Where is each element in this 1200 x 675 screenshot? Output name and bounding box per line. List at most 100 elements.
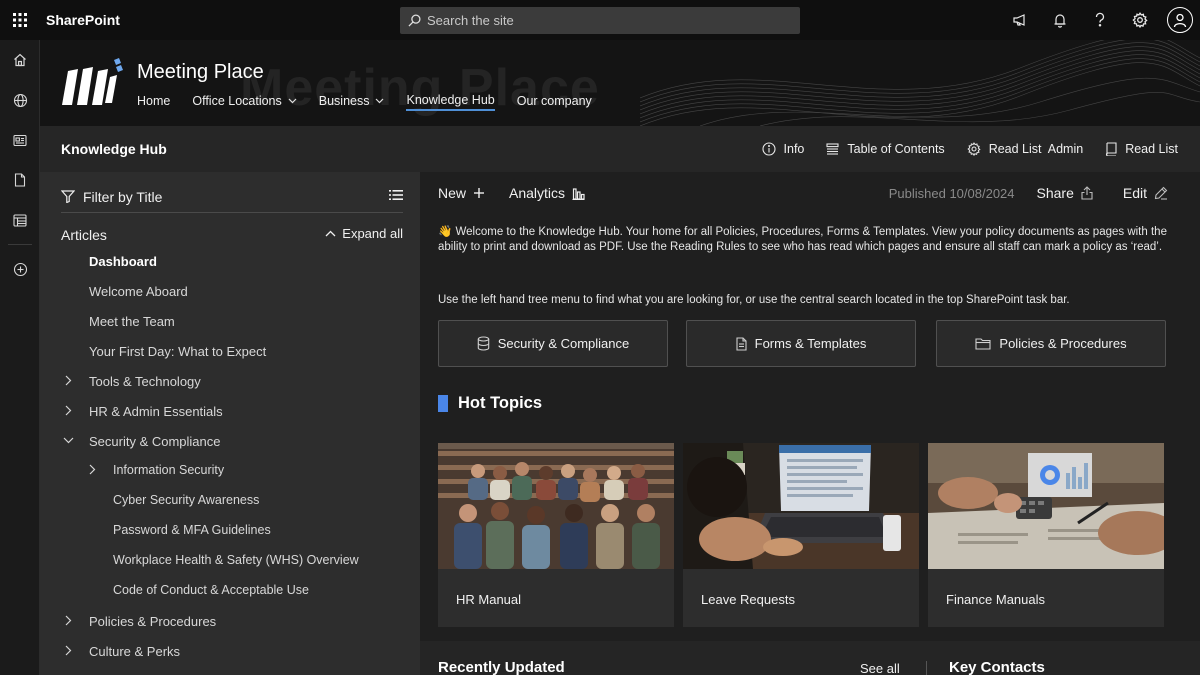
new-button[interactable]: New xyxy=(438,185,485,201)
nav-knowledge-hub[interactable]: Knowledge Hub xyxy=(406,91,495,111)
page-command-bar: Knowledge Hub Info Table of Contents Rea… xyxy=(40,126,1200,172)
category-label: Policies & Procedures xyxy=(999,336,1127,351)
tree-item-cyber-security[interactable]: Cyber Security Awareness xyxy=(113,489,259,511)
tree-menu-hint: Use the left hand tree menu to find what… xyxy=(438,294,1070,306)
tree-item-policies-procedures[interactable]: Policies & Procedures xyxy=(65,610,217,632)
category-forms-templates[interactable]: Forms & Templates xyxy=(686,320,916,367)
filter-by-title[interactable]: Filter by Title xyxy=(61,181,403,213)
key-contacts-title: Key Contacts xyxy=(949,659,1045,675)
help-icon[interactable] xyxy=(1080,0,1120,40)
hot-topic-card-hr-manual[interactable]: HR Manual xyxy=(438,443,674,627)
document-icon xyxy=(736,336,747,351)
tree-item-whs-overview[interactable]: Workplace Health & Safety (WHS) Overview xyxy=(113,549,359,571)
chevron-down-icon[interactable] xyxy=(63,437,74,444)
edit-button[interactable]: Edit xyxy=(1123,185,1168,201)
tree-item-label: Policies & Procedures xyxy=(89,613,217,629)
chevron-right-icon[interactable] xyxy=(65,405,72,416)
button-label: New xyxy=(438,185,467,201)
tree-item-welcome-aboard[interactable]: Welcome Aboard xyxy=(89,280,188,302)
news-icon[interactable] xyxy=(0,120,40,160)
nav-home[interactable]: Home xyxy=(137,91,170,111)
button-label: Read List Admin xyxy=(988,142,1084,156)
chevron-down-icon xyxy=(288,98,297,104)
divider xyxy=(926,661,927,675)
tree-item-label: Tools & Technology xyxy=(89,373,201,389)
nav-business[interactable]: Business xyxy=(319,91,385,111)
site-logo[interactable] xyxy=(60,57,126,109)
file-icon[interactable] xyxy=(0,160,40,200)
tree-item-label: Dashboard xyxy=(89,253,157,269)
articles-section-header: Articles Expand all xyxy=(61,224,403,246)
home-icon[interactable] xyxy=(0,40,40,80)
share-button[interactable]: Share xyxy=(1037,185,1093,201)
article-nav-panel: Filter by Title Articles Expand all Dash… xyxy=(40,172,420,675)
pencil-icon xyxy=(1154,186,1168,200)
chevron-right-icon[interactable] xyxy=(89,464,96,475)
megaphone-icon[interactable] xyxy=(1000,0,1040,40)
tree-item-password-mfa[interactable]: Password & MFA Guidelines xyxy=(113,519,271,541)
filter-label: Filter by Title xyxy=(83,188,163,205)
analytics-button[interactable]: Analytics xyxy=(509,185,585,201)
app-bar xyxy=(0,40,40,675)
bell-icon[interactable] xyxy=(1040,0,1080,40)
lists-icon[interactable] xyxy=(0,200,40,240)
content-command-row: New Analytics Published 10/08/2024 Share… xyxy=(438,182,1168,204)
chevron-up-icon xyxy=(325,230,336,237)
hot-topic-card-finance-manuals[interactable]: Finance Manuals xyxy=(928,443,1164,627)
analytics-icon xyxy=(572,187,585,200)
category-policies-procedures[interactable]: Policies & Procedures xyxy=(936,320,1166,367)
nav-label: Office Locations xyxy=(192,94,282,108)
expand-all-label: Expand all xyxy=(342,226,403,241)
info-button[interactable]: Info xyxy=(761,142,804,156)
gear-icon[interactable] xyxy=(1120,0,1160,40)
plus-icon xyxy=(474,188,485,198)
read-list-button[interactable]: Read List xyxy=(1105,142,1178,156)
card-title: Finance Manuals xyxy=(946,592,1045,607)
tree-item-code-of-conduct[interactable]: Code of Conduct & Acceptable Use xyxy=(113,579,309,601)
chevron-down-icon xyxy=(376,98,384,104)
tree-item-information-security[interactable]: Information Security xyxy=(89,459,224,481)
chevron-right-icon[interactable] xyxy=(65,615,72,626)
expand-all-button[interactable]: Expand all xyxy=(325,226,403,241)
see-all-link[interactable]: See all xyxy=(860,661,900,675)
tree-item-hr-admin[interactable]: HR & Admin Essentials xyxy=(65,400,223,422)
folder-icon xyxy=(975,338,991,350)
tree-item-meet-the-team[interactable]: Meet the Team xyxy=(89,310,175,332)
hot-topic-card-leave-requests[interactable]: Leave Requests xyxy=(683,443,919,627)
site-header: Meeting Place Meeting Place Home Office … xyxy=(40,40,1200,126)
tree-item-first-day[interactable]: Your First Day: What to Expect xyxy=(89,340,266,362)
nav-label: Home xyxy=(137,94,171,108)
button-label: Read List xyxy=(1125,142,1178,156)
app-brand[interactable]: SharePoint xyxy=(46,12,120,28)
content-command-right: Published 10/08/2024 Share Edit xyxy=(889,182,1168,204)
hr-manual-image xyxy=(438,443,674,569)
search-input[interactable] xyxy=(427,13,787,28)
user-avatar-icon[interactable] xyxy=(1167,7,1193,33)
list-view-icon[interactable] xyxy=(389,189,403,201)
globe-icon[interactable] xyxy=(0,80,40,120)
tree-item-security-compliance[interactable]: Security & Compliance xyxy=(63,430,221,452)
category-label: Security & Compliance xyxy=(497,336,630,351)
waffle-icon[interactable] xyxy=(0,0,40,40)
tree-item-tools-technology[interactable]: Tools & Technology xyxy=(65,370,201,392)
chevron-right-icon[interactable] xyxy=(65,645,72,656)
tree-item-label: Password & MFA Guidelines xyxy=(113,523,271,537)
category-security-compliance[interactable]: Security & Compliance xyxy=(438,320,668,367)
suite-bar: SharePoint xyxy=(0,0,1200,40)
add-icon[interactable] xyxy=(0,249,40,289)
tree-item-label: Meet the Team xyxy=(89,313,175,329)
nav-office-locations[interactable]: Office Locations xyxy=(192,91,297,111)
read-list-admin-button[interactable]: Read List Admin xyxy=(967,142,1084,156)
database-icon xyxy=(477,336,489,351)
tree-item-dashboard[interactable]: Dashboard xyxy=(89,250,157,272)
site-title[interactable]: Meeting Place xyxy=(137,61,264,84)
decorative-wave-pattern xyxy=(640,40,1200,126)
tree-item-label: Welcome Aboard xyxy=(89,283,188,299)
page-actions: Info Table of Contents Read List Admin R… xyxy=(740,126,1178,172)
table-of-contents-button[interactable]: Table of Contents xyxy=(826,142,945,156)
toc-icon xyxy=(826,143,839,155)
site-search[interactable] xyxy=(400,7,800,34)
nav-our-company[interactable]: Our company xyxy=(517,91,592,111)
tree-item-culture-perks[interactable]: Culture & Perks xyxy=(65,640,180,662)
chevron-right-icon[interactable] xyxy=(65,375,72,386)
